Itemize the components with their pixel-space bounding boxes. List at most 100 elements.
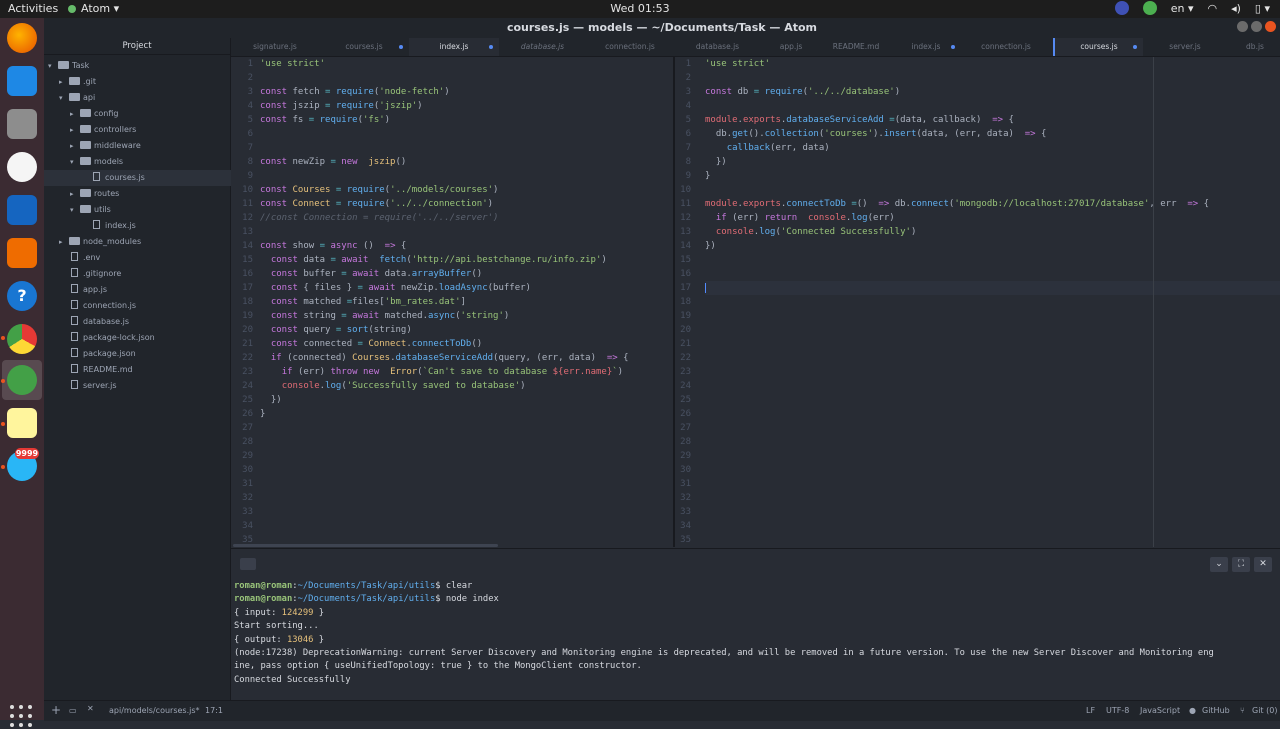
tree-folder[interactable]: ▸ middleware bbox=[44, 138, 256, 154]
code-line[interactable] bbox=[705, 463, 1280, 477]
terminal-panel[interactable]: ⌄ ⛶ ✕ roman@roman:~/Documents/Task/api/u… bbox=[231, 548, 1280, 701]
code-line[interactable] bbox=[705, 491, 1280, 505]
code-line[interactable]: if (connected) Courses.databaseServiceAd… bbox=[260, 351, 629, 365]
editor-tab[interactable]: database.js bbox=[499, 38, 586, 56]
activities-button[interactable]: Activities bbox=[8, 2, 58, 15]
editor-tab[interactable]: index.js bbox=[891, 38, 961, 56]
editor-tab[interactable]: connection.js bbox=[961, 38, 1051, 56]
code-line[interactable]: const data = await fetch('http://api.bes… bbox=[260, 253, 629, 267]
thunderbird-icon[interactable] bbox=[7, 66, 37, 96]
code-line[interactable]: //const Connection = require('../../serv… bbox=[260, 211, 629, 225]
tree-folder[interactable]: ▸ .git bbox=[44, 74, 245, 90]
code-line[interactable] bbox=[705, 183, 1280, 197]
code-line[interactable] bbox=[260, 491, 629, 505]
code-line[interactable] bbox=[705, 477, 1280, 491]
code-line[interactable] bbox=[705, 99, 1280, 113]
code-line[interactable]: 'use strict' bbox=[705, 57, 1280, 71]
chrome-icon[interactable] bbox=[7, 324, 37, 354]
code-line[interactable]: const Courses = require('../models/cours… bbox=[260, 183, 629, 197]
git-icon[interactable]: ⑂ bbox=[1240, 706, 1245, 715]
clock[interactable]: Wed 01:53 bbox=[0, 2, 1280, 15]
code-line[interactable] bbox=[705, 505, 1280, 519]
status-cursor-position[interactable]: 17:1 bbox=[205, 706, 223, 715]
code-line[interactable] bbox=[260, 505, 629, 519]
atom-icon[interactable] bbox=[7, 365, 37, 395]
code-line[interactable]: const fetch = require('node-fetch') bbox=[260, 85, 629, 99]
terminal-icon[interactable]: ▭ bbox=[69, 706, 77, 715]
horizontal-scrollbar[interactable] bbox=[233, 544, 498, 547]
tree-file[interactable]: package.json bbox=[44, 346, 245, 362]
code-line[interactable]: const connected = Connect.connectToDb() bbox=[260, 337, 629, 351]
code-line[interactable]: const { files } = await newZip.loadAsync… bbox=[260, 281, 629, 295]
code-line[interactable] bbox=[705, 337, 1280, 351]
chevron-down-icon[interactable]: ⌄ bbox=[1210, 557, 1228, 572]
status-git[interactable]: Git (0) bbox=[1252, 706, 1277, 715]
editor-tab[interactable]: index.js bbox=[409, 38, 499, 56]
editor-tab[interactable]: README.md bbox=[821, 38, 891, 56]
status-grammar[interactable]: JavaScript bbox=[1140, 706, 1180, 715]
tree-folder[interactable]: ▾ Task bbox=[44, 58, 234, 74]
status-github[interactable]: GitHub bbox=[1202, 706, 1230, 715]
tree-file[interactable]: .gitignore bbox=[44, 266, 245, 282]
close-window-button[interactable] bbox=[1265, 21, 1276, 32]
code-line[interactable] bbox=[705, 379, 1280, 393]
code-line[interactable] bbox=[705, 281, 1280, 295]
tree-file[interactable]: server.js bbox=[44, 378, 245, 394]
code-line[interactable] bbox=[260, 169, 629, 183]
tree-file[interactable]: app.js bbox=[44, 282, 245, 298]
editor-tab[interactable]: connection.js bbox=[586, 38, 674, 56]
code-line[interactable]: const Connect = require('../../connectio… bbox=[260, 197, 629, 211]
code-line[interactable]: console.log('Successfully saved to datab… bbox=[260, 379, 629, 393]
code-line[interactable] bbox=[705, 533, 1280, 547]
volume-icon[interactable]: ◂) bbox=[1231, 2, 1241, 15]
editor-tab[interactable]: server.js bbox=[1140, 38, 1230, 56]
code-line[interactable] bbox=[260, 71, 629, 85]
tree-folder[interactable]: ▸ controllers bbox=[44, 122, 256, 138]
code-line[interactable] bbox=[260, 519, 629, 533]
code-line[interactable] bbox=[705, 323, 1280, 337]
code-line[interactable]: const string = await matched.async('stri… bbox=[260, 309, 629, 323]
code-line[interactable] bbox=[705, 449, 1280, 463]
code-line[interactable]: if (err) return console.log(err) bbox=[705, 211, 1280, 225]
minimize-button[interactable] bbox=[1237, 21, 1248, 32]
rhythmbox-icon[interactable] bbox=[7, 152, 37, 182]
editor-tab[interactable]: app.js bbox=[761, 38, 821, 56]
code-line[interactable] bbox=[705, 351, 1280, 365]
check-icon[interactable] bbox=[1142, 1, 1157, 15]
code-line[interactable]: const matched =files['bm_rates.dat'] bbox=[260, 295, 629, 309]
code-line[interactable]: const db = require('../../database') bbox=[705, 85, 1280, 99]
status-encoding[interactable]: UTF-8 bbox=[1106, 706, 1129, 715]
keyboard-icon[interactable] bbox=[240, 558, 256, 570]
code-line[interactable]: const fs = require('fs') bbox=[260, 113, 629, 127]
code-line[interactable]: }) bbox=[260, 393, 629, 407]
status-file-path[interactable]: api/models/courses.js* bbox=[109, 706, 200, 715]
maximize-button[interactable] bbox=[1251, 21, 1262, 32]
code-line[interactable] bbox=[705, 407, 1280, 421]
code-line[interactable] bbox=[705, 295, 1280, 309]
code-line[interactable]: const buffer = await data.arrayBuffer() bbox=[260, 267, 629, 281]
code-line[interactable]: console.log('Connected Successfully') bbox=[705, 225, 1280, 239]
help-icon[interactable]: ? bbox=[7, 281, 37, 311]
wifi-icon[interactable]: ◠ bbox=[1207, 2, 1217, 15]
code-line[interactable] bbox=[705, 435, 1280, 449]
code-line[interactable] bbox=[260, 141, 629, 155]
tree-folder[interactable]: ▾ models bbox=[44, 154, 256, 170]
show-applications-icon[interactable] bbox=[10, 705, 34, 729]
code-line[interactable] bbox=[705, 421, 1280, 435]
close-terminal-icon[interactable]: ✕ bbox=[1254, 557, 1272, 572]
tree-file[interactable]: README.md bbox=[44, 362, 245, 378]
code-line[interactable]: db.get().collection('courses').insert(da… bbox=[705, 127, 1280, 141]
code-line[interactable]: const show = async () => { bbox=[260, 239, 629, 253]
language-indicator[interactable]: en ▾ bbox=[1171, 2, 1194, 15]
tree-folder[interactable]: ▾ api bbox=[44, 90, 245, 106]
code-line[interactable] bbox=[705, 267, 1280, 281]
code-content[interactable]: 'use strict' const fetch = require('node… bbox=[260, 57, 629, 547]
tree-folder[interactable]: ▸ config bbox=[44, 106, 256, 122]
firefox-icon[interactable] bbox=[7, 23, 37, 53]
writer-icon[interactable] bbox=[7, 195, 37, 225]
code-line[interactable] bbox=[705, 365, 1280, 379]
code-line[interactable]: const query = sort(string) bbox=[260, 323, 629, 337]
status-line-ending[interactable]: LF bbox=[1086, 706, 1095, 715]
code-line[interactable] bbox=[705, 309, 1280, 323]
code-line[interactable]: const newZip = new jszip() bbox=[260, 155, 629, 169]
